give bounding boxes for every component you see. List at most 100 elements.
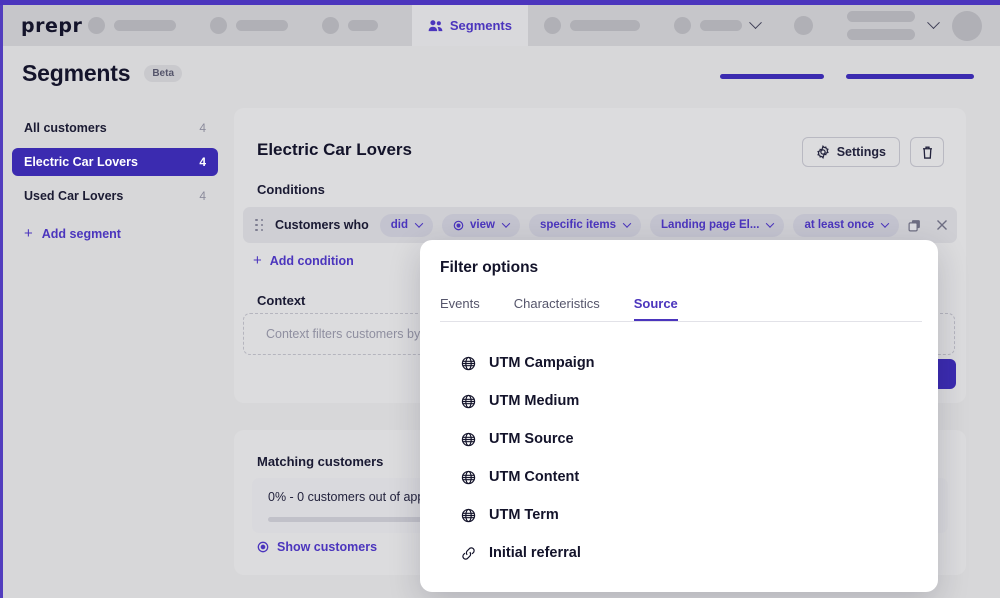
chevron-down-icon [622,219,632,228]
nav-placeholder-icon [321,17,339,34]
segment-card-actions: Settings [801,137,944,167]
pill-label: specific items [539,219,617,231]
settings-button[interactable]: Settings [801,137,900,167]
option-utm-source[interactable]: UTM Source [440,420,918,458]
add-condition-button[interactable]: + Add condition [253,253,354,268]
option-label: UTM Source [489,431,574,447]
condition-pill-specific-items[interactable]: specific items [528,213,642,237]
nav-placeholder-item-2[interactable] [209,17,288,34]
nav-placeholder-label [113,20,176,31]
nav-placeholder-icon [674,17,691,34]
eye-icon [453,220,464,231]
option-initial-referral[interactable]: Initial referral [440,534,918,572]
nav-placeholder-icon [794,16,813,35]
add-condition-label: Add condition [269,253,354,268]
globe-icon [461,470,476,485]
filter-options-modal: Filter options Events Characteristics So… [420,240,938,592]
header-action-1[interactable] [720,74,824,79]
globe-icon [461,508,476,523]
condition-row: Customers who did view specific items La… [243,207,957,243]
option-utm-term[interactable]: UTM Term [440,496,918,534]
option-label: UTM Term [489,507,559,523]
avatar[interactable] [952,10,982,41]
nav-placeholder-label [700,20,742,31]
sidebar-item-count: 4 [199,121,206,135]
duplicate-icon[interactable] [908,219,921,232]
globe-icon [461,432,476,447]
nav-placeholder-item-3[interactable] [321,17,378,34]
matching-customers-title: Matching customers [257,454,384,469]
chevron-down-icon [414,219,424,228]
close-icon[interactable] [936,219,948,231]
nav-placeholder-item-5[interactable] [674,16,762,34]
option-utm-content[interactable]: UTM Content [440,458,918,496]
nav-placeholder-item-6[interactable] [794,16,813,35]
beta-badge: Beta [144,65,183,82]
account-line-1 [847,11,915,22]
chevron-down-icon [749,16,762,30]
sidebar-item-label: All customers [24,121,107,135]
account-line-2 [847,29,915,40]
nav-placeholder-icon [87,17,105,34]
sidebar-item-count: 4 [199,189,206,203]
nav-tab-segments[interactable]: Segments [411,5,528,46]
gear-icon [816,145,830,159]
pill-label: Landing page El... [661,219,760,231]
condition-prefix: Customers who [275,218,369,232]
account-placeholder[interactable] [847,11,915,40]
filter-options-list: UTM Campaign UTM Medium UTM Source UTM C… [440,344,918,572]
globe-icon [461,394,476,409]
tab-characteristics[interactable]: Characteristics [514,296,600,321]
nav-tab-label: Segments [449,18,512,33]
header-action-2[interactable] [846,74,974,79]
tab-source[interactable]: Source [634,296,678,321]
condition-pill-view[interactable]: view [442,213,520,237]
pill-label: did [390,219,409,231]
modal-title: Filter options [440,259,539,276]
segment-title: Electric Car Lovers [257,140,412,159]
option-label: UTM Medium [489,393,580,409]
condition-pill-did[interactable]: did [379,213,434,237]
show-customers-button[interactable]: Show customers [257,540,377,554]
option-utm-medium[interactable]: UTM Medium [440,382,918,420]
option-label: Initial referral [489,545,581,561]
page-title: Segments [22,60,131,86]
conditions-label: Conditions [257,182,325,197]
app-screen: prepr Segments Segments Beta All custome… [0,0,1000,598]
drag-handle-icon[interactable] [255,218,263,232]
nav-placeholder-icon [209,17,227,34]
global-navbar: prepr Segments [3,5,1000,46]
app-logo[interactable]: prepr [3,15,88,37]
sidebar-item-used-car-lovers[interactable]: Used Car Lovers 4 [12,182,218,210]
sidebar-item-electric-car-lovers[interactable]: Electric Car Lovers 4 [12,148,218,176]
plus-icon: + [253,252,262,269]
condition-row-tools [908,219,948,232]
nav-placeholder-item-4[interactable] [544,17,640,34]
delete-segment-button[interactable] [910,137,944,167]
nav-placeholder-label [235,20,288,31]
trash-icon [921,145,934,160]
settings-label: Settings [836,145,886,159]
segment-sidebar: All customers 4 Electric Car Lovers 4 Us… [12,114,218,251]
condition-pill-frequency[interactable]: at least once [793,213,900,237]
people-icon [428,19,443,32]
add-segment-button[interactable]: + Add segment [12,216,218,251]
condition-pill-landing-page[interactable]: Landing page El... [650,213,785,237]
option-utm-campaign[interactable]: UTM Campaign [440,344,918,382]
nav-placeholder-icon [544,17,561,34]
tab-events[interactable]: Events [440,296,480,321]
nav-placeholder-item-1[interactable] [87,17,176,34]
eye-icon [257,541,269,553]
chevron-down-icon [501,219,511,228]
nav-placeholder-label [347,20,378,31]
pill-label: view [470,219,495,231]
option-label: UTM Campaign [489,355,595,371]
sidebar-item-count: 4 [199,155,206,169]
chevron-down-icon [880,219,890,228]
header-action-placeholders [720,74,974,79]
chevron-down-icon[interactable] [927,16,940,30]
plus-icon: + [24,225,33,242]
add-segment-label: Add segment [41,226,121,241]
sidebar-item-all-customers[interactable]: All customers 4 [12,114,218,142]
context-placeholder: Context filters customers by rea [266,327,442,341]
